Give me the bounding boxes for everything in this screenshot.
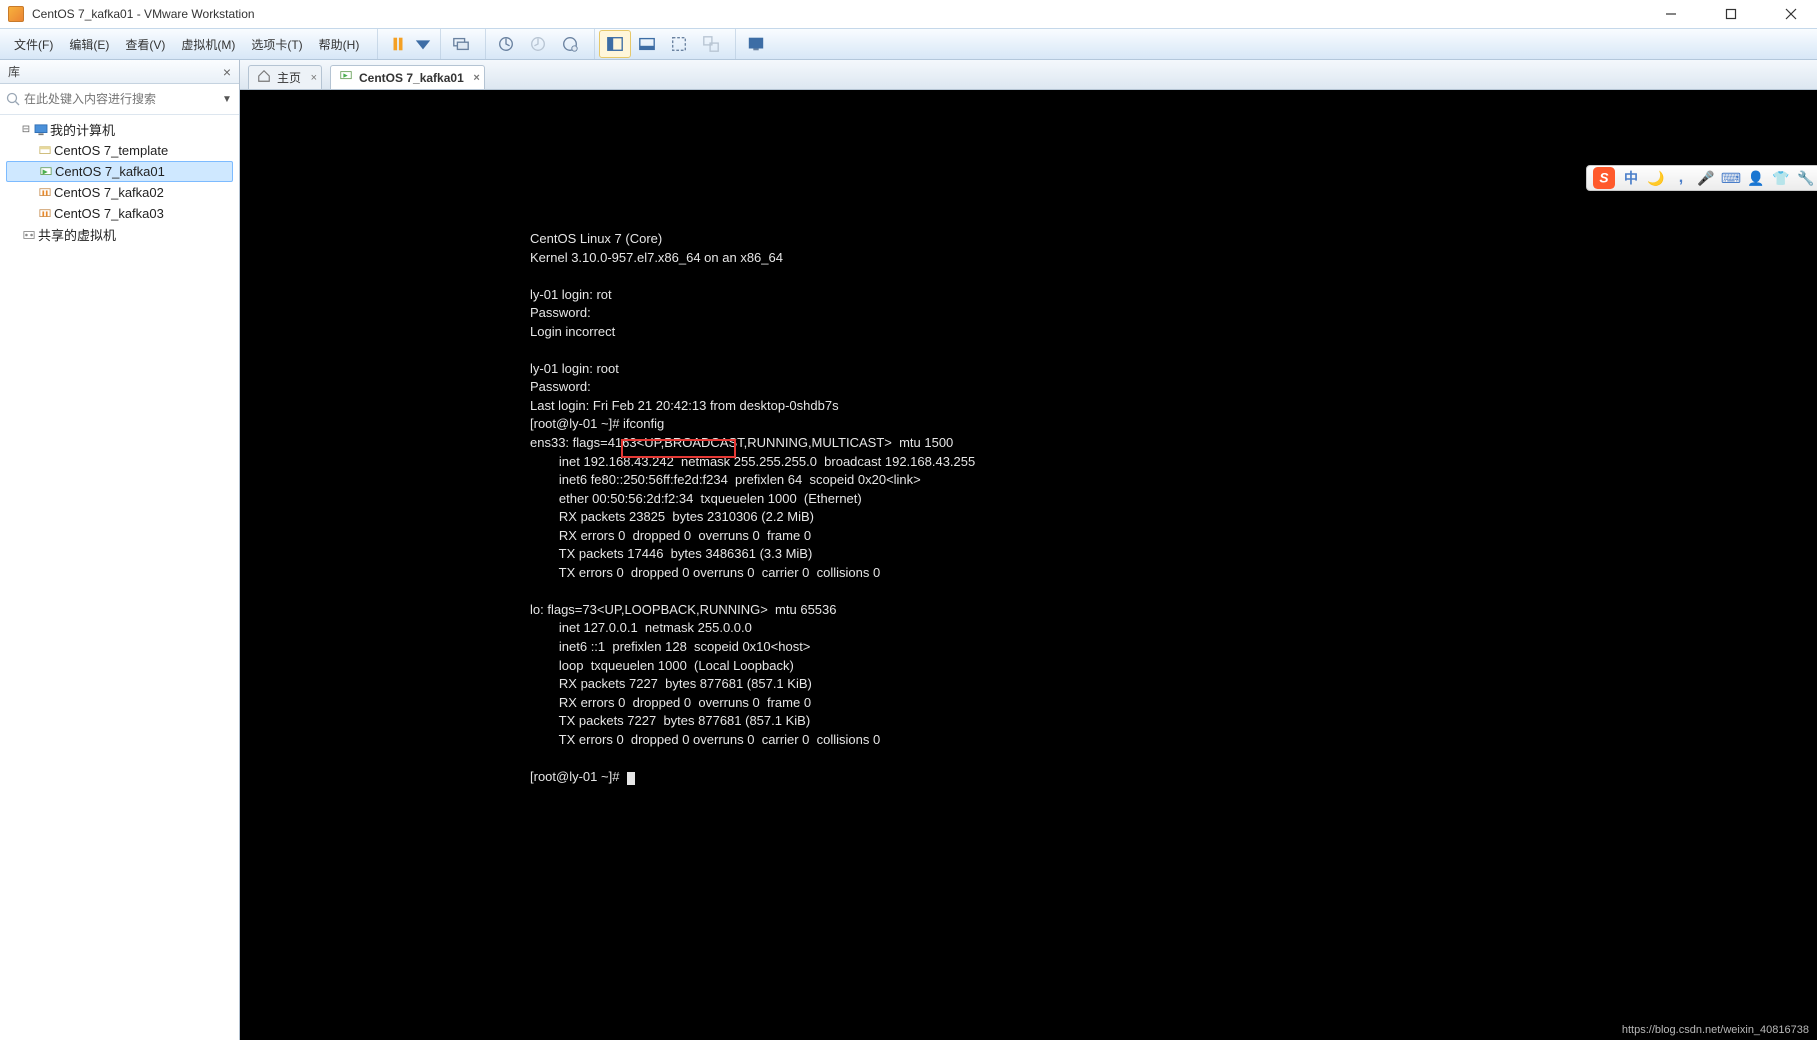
tree-label: 共享的虚拟机 [38,225,116,244]
menu-file[interactable]: 文件(F) [6,32,61,57]
tree-shared-vms[interactable]: 共享的虚拟机 [6,224,233,245]
computer-icon [32,124,50,136]
skin-icon[interactable]: 👕 [1772,169,1790,187]
menu-edit[interactable]: 编辑(E) [61,32,117,57]
tab-vm-kafka01[interactable]: CentOS 7_kafka01 × [330,65,485,89]
power-dropdown-button[interactable] [414,30,432,58]
library-tree: ⊟ 我的计算机 CentOS 7_template CentOS 7_kafka… [0,115,239,249]
snapshot-manager-button[interactable] [554,30,586,58]
tree-label: 我的计算机 [50,120,115,139]
watermark-text: https://blog.csdn.net/weixin_40816738 [1622,1024,1809,1036]
tab-close-button[interactable]: × [473,72,479,84]
tab-label: CentOS 7_kafka01 [359,71,464,85]
vm-paused-icon [36,187,54,199]
toolbox-icon[interactable]: 🔧 [1797,169,1815,187]
view-mode-button[interactable] [631,30,663,58]
user-icon[interactable]: 👤 [1747,169,1765,187]
tree-label: CentOS 7_kafka01 [55,164,165,179]
tab-bar: 主页 × CentOS 7_kafka01 × [240,60,1817,90]
console-view-button[interactable] [740,30,772,58]
sidebar-search: ▼ [0,84,239,115]
highlight-annotation [621,439,736,459]
tree-vm-kafka02[interactable]: CentOS 7_kafka02 [6,182,233,203]
close-button[interactable] [1773,4,1809,24]
sogou-ime-toolbar[interactable]: S 中 🌙 , 🎤 ⌨ 👤 👕 🔧 [1586,165,1817,191]
menu-items: 文件(F) 编辑(E) 查看(V) 虚拟机(M) 选项卡(T) 帮助(H) [6,32,367,57]
content-area: 主页 × CentOS 7_kafka01 × CentOS Linux 7 (… [240,60,1817,1040]
unity-button[interactable] [695,30,727,58]
send-ctrl-alt-del-button[interactable] [445,30,477,58]
microphone-icon[interactable]: 🎤 [1697,169,1715,187]
ime-lang-button[interactable]: 中 [1622,169,1640,187]
home-icon [257,69,271,86]
search-dropdown-button[interactable]: ▼ [219,94,235,105]
svg-text:S: S [1599,171,1609,186]
snapshot-button[interactable] [490,30,522,58]
tab-label: 主页 [277,69,301,86]
vm-running-icon [339,69,353,86]
tree-label: CentOS 7_kafka03 [54,206,164,221]
vmware-app-icon [8,6,24,22]
search-input[interactable] [22,88,219,110]
toolbar [377,29,776,59]
shared-icon [20,229,38,241]
vm-console[interactable]: CentOS Linux 7 (Core) Kernel 3.10.0-957.… [240,90,1817,1040]
tree-vm-kafka03[interactable]: CentOS 7_kafka03 [6,203,233,224]
sidebar-header: 库 × [0,60,239,84]
cursor-icon [627,772,635,785]
tab-close-button[interactable]: × [311,72,317,84]
revert-snapshot-button[interactable] [522,30,554,58]
search-icon [4,92,22,106]
sidebar-close-button[interactable]: × [223,64,231,80]
keyboard-icon[interactable]: ⌨ [1722,169,1740,187]
show-sidebar-button[interactable] [599,30,631,58]
vm-running-icon [37,166,55,178]
vm-icon [36,145,54,157]
fullscreen-button[interactable] [663,30,695,58]
collapse-icon[interactable]: ⊟ [20,124,32,135]
sogou-logo-icon: S [1593,167,1615,189]
moon-icon[interactable]: 🌙 [1647,169,1665,187]
menubar: 文件(F) 编辑(E) 查看(V) 虚拟机(M) 选项卡(T) 帮助(H) [0,28,1817,60]
window-title: CentOS 7_kafka01 - VMware Workstation [32,7,1653,21]
menu-help[interactable]: 帮助(H) [311,32,368,57]
ime-punct-button[interactable]: , [1672,169,1690,187]
pause-vm-button[interactable] [382,30,414,58]
library-sidebar: 库 × ▼ ⊟ 我的计算机 CentOS 7_template CentOS 7… [0,60,240,1040]
menu-vm[interactable]: 虚拟机(M) [173,32,243,57]
menu-tabs[interactable]: 选项卡(T) [243,32,310,57]
maximize-button[interactable] [1713,4,1749,24]
tree-vm-kafka01[interactable]: CentOS 7_kafka01 [6,161,233,182]
tree-my-computer[interactable]: ⊟ 我的计算机 [6,119,233,140]
sidebar-title: 库 [8,63,20,80]
tree-label: CentOS 7_kafka02 [54,185,164,200]
tab-home[interactable]: 主页 × [248,65,322,89]
tree-vm-template[interactable]: CentOS 7_template [6,140,233,161]
minimize-button[interactable] [1653,4,1689,24]
menu-view[interactable]: 查看(V) [117,32,173,57]
titlebar: CentOS 7_kafka01 - VMware Workstation [0,0,1817,28]
window-controls [1653,4,1809,24]
vm-paused-icon [36,208,54,220]
tree-label: CentOS 7_template [54,143,168,158]
